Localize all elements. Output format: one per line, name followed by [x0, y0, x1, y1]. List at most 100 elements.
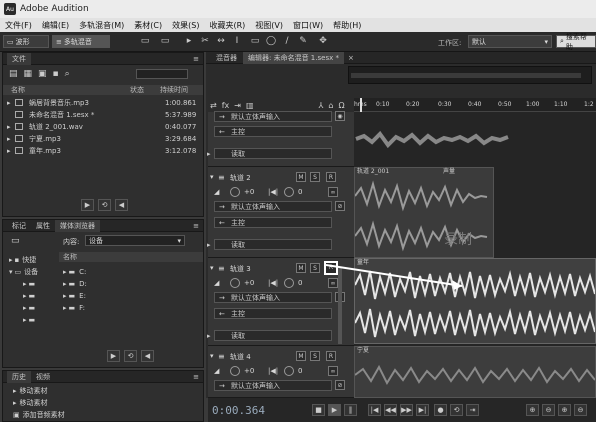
monitor-icon[interactable]: ⌂ [328, 101, 333, 110]
headphones-icon[interactable]: Ω [339, 101, 345, 110]
razor-tool-icon[interactable]: ✂ [200, 36, 210, 47]
pan-value[interactable]: 0 [298, 279, 302, 287]
play-icon[interactable]: ▶ [328, 404, 341, 416]
close-file-icon[interactable]: ▪ [53, 69, 59, 79]
expand-icon[interactable]: ▾ [210, 264, 214, 272]
playhead[interactable] [360, 98, 362, 112]
loop-icon[interactable]: ⟲ [450, 404, 463, 416]
menu-edit[interactable]: 编辑(E) [37, 20, 74, 31]
tree-drive[interactable]: ▸ ▬ [23, 290, 35, 301]
track-name[interactable]: 轨道 4 [230, 352, 251, 362]
drive-row[interactable]: ▸ ▬ D: [63, 278, 87, 289]
tab-history[interactable]: 历史 [7, 370, 31, 383]
phase-icon[interactable]: ⊘ [335, 380, 345, 390]
volume-value[interactable]: +0 [244, 188, 254, 196]
zoom-out-time-icon[interactable]: ⊖ [574, 404, 587, 416]
skip-icon[interactable]: ⇥ [466, 404, 479, 416]
close-icon[interactable]: × [348, 54, 354, 62]
file-row[interactable]: ▸ 轨道 2_001.wav 0:40.077 [3, 121, 203, 132]
open-file-icon[interactable]: ▤ [9, 69, 18, 79]
zoom-in-amplitude-icon[interactable]: ⊕ [526, 404, 539, 416]
stereo-icon[interactable]: ∞ [328, 187, 338, 197]
history-item[interactable]: ▸ 移动素材 [13, 397, 48, 408]
menu-effects[interactable]: 效果(S) [167, 20, 204, 31]
col-name[interactable]: 名称 [11, 85, 25, 95]
menu-favorites[interactable]: 收藏夹(R) [204, 20, 250, 31]
lane-track-4[interactable]: 宁夏 [354, 346, 596, 398]
input-select[interactable]: → 默认立体声输入 [214, 380, 332, 391]
fx-icon[interactable]: fx [222, 101, 230, 110]
go-to-end-icon[interactable]: ▶| [416, 404, 429, 416]
tab-media-browser[interactable]: 媒体浏览器 [55, 219, 100, 232]
spot-heal-icon[interactable]: ✎ [298, 36, 308, 47]
pan-tool-icon[interactable]: ✥ [318, 36, 328, 47]
phase-icon[interactable]: ⊘ [335, 201, 345, 211]
overview-bar[interactable] [348, 66, 592, 84]
go-to-start-icon[interactable]: |◀ [368, 404, 381, 416]
solo-button[interactable]: S [310, 351, 320, 361]
multitrack-button[interactable]: ≡ 多轨混音 [52, 35, 110, 48]
lasso-icon[interactable]: ◯ [266, 36, 276, 47]
output-select[interactable]: ← 主控 [214, 308, 332, 319]
col-duration[interactable]: 持续时间 [160, 85, 188, 95]
volume-value[interactable]: +0 [244, 367, 254, 375]
content-select[interactable]: 设备 ▾ [85, 235, 185, 246]
file-row[interactable]: 未命名混音 1.sesx * 5:37.989 [3, 109, 203, 120]
record-arm-button[interactable]: R [326, 351, 336, 361]
pan-knob[interactable] [284, 366, 294, 376]
track-name[interactable]: 轨道 3 [230, 264, 251, 274]
expand-icon[interactable]: ▾ [210, 173, 214, 181]
record-arm-button[interactable]: R [326, 172, 336, 182]
panel-menu-icon[interactable]: ≡ [193, 373, 199, 381]
stereo-icon[interactable]: ∞ [328, 366, 338, 376]
lane-track-3[interactable]: 童年 [325, 258, 596, 346]
brush-icon[interactable]: / [282, 36, 292, 47]
mute-button[interactable]: M [296, 351, 306, 361]
audio-clip[interactable]: 轨道 2_001 声量 [354, 167, 494, 258]
menu-help[interactable]: 帮助(H) [328, 20, 366, 31]
search-help-field[interactable]: ⌕ 搜索帮助 [556, 33, 596, 51]
speaker-icon[interactable]: ◀ [115, 199, 128, 211]
output-icon[interactable]: ⅄ [319, 101, 324, 110]
automation-select[interactable]: ▸ 读取 [207, 148, 332, 159]
menu-view[interactable]: 视图(V) [250, 20, 288, 31]
tab-mixer[interactable]: 混音器 [210, 53, 243, 63]
menu-clip[interactable]: 素材(C) [129, 20, 167, 31]
panel-menu-icon[interactable]: ≡ [193, 222, 199, 230]
col-status[interactable]: 状态 [130, 85, 144, 95]
loop-icon[interactable]: ⟲ [124, 350, 137, 362]
files-filter-input[interactable] [135, 69, 188, 79]
solo-button[interactable]: S [310, 172, 320, 182]
tree-item-devices[interactable]: ▾ ▭ 设备 [9, 266, 38, 277]
volume-value[interactable]: +0 [244, 279, 254, 287]
file-row[interactable]: ▸ 宁夏.mp3 3:29.684 [3, 133, 203, 144]
history-item[interactable]: ▣ 添加音频素材 [13, 409, 65, 420]
solo-button[interactable]: S [310, 263, 320, 273]
input-select[interactable]: → 默认立体声输入 [214, 292, 332, 303]
search-files-icon[interactable]: ⌕ [65, 69, 70, 79]
tree-drive[interactable]: ▸ ▬ [23, 302, 35, 313]
panel-menu-icon[interactable]: ≡ [193, 55, 199, 63]
tab-video[interactable]: 视频 [31, 372, 55, 382]
stop-icon[interactable]: ■ [312, 404, 325, 416]
slip-tool-icon[interactable]: ↔ [216, 36, 226, 47]
loop-icon[interactable]: ⟲ [98, 199, 111, 211]
record-icon[interactable]: ● [434, 404, 447, 416]
pan-knob[interactable] [284, 278, 294, 288]
zoom-out-amplitude-icon[interactable]: ⊖ [542, 404, 555, 416]
play-icon[interactable]: ▶ [107, 350, 120, 362]
time-selection-icon[interactable]: I [232, 36, 242, 47]
workspace-select[interactable]: 默认 ▾ [468, 35, 552, 48]
output-select[interactable]: ← 主控 [214, 126, 332, 137]
media-col-name[interactable]: 名称 [63, 253, 77, 261]
waveform-button[interactable]: ▭ 波形 [3, 35, 49, 48]
menu-multitrack[interactable]: 多轨混音(M) [74, 20, 129, 31]
tree-drive[interactable]: ▸ ▬ [23, 278, 35, 289]
pan-value[interactable]: 0 [298, 188, 302, 196]
volume-knob[interactable] [230, 187, 240, 197]
output-select[interactable]: ← 主控 [214, 217, 332, 228]
history-item[interactable]: ▸ 移动素材 [13, 385, 48, 396]
mute-button[interactable]: M [296, 263, 306, 273]
expand-icon[interactable]: ▾ [210, 352, 214, 360]
marquee-icon[interactable]: ▭ [250, 36, 260, 47]
